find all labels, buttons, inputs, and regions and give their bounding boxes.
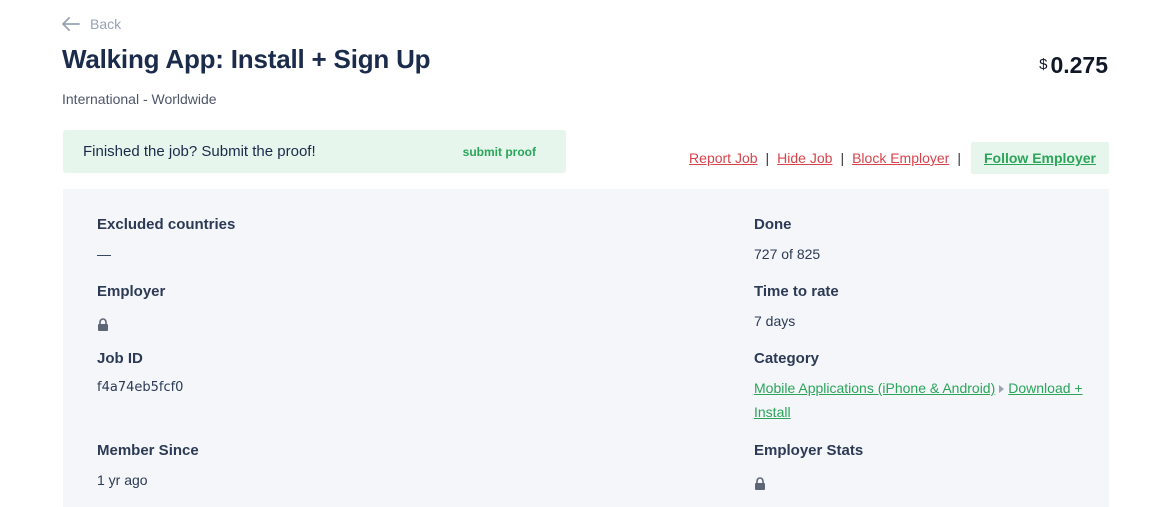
time-to-rate-field: Time to rate 7 days (754, 283, 839, 333)
lock-icon (754, 474, 766, 491)
job-actions-bar: Report Job | Hide Job | Block Employer |… (689, 142, 1109, 174)
time-to-rate-label: Time to rate (754, 283, 839, 300)
proof-prompt-text: Finished the job? Submit the proof! (83, 143, 316, 160)
separator: | (840, 150, 845, 166)
job-id-value: f4a74eb5fcf0 (97, 380, 184, 395)
lock-icon (97, 315, 109, 332)
block-employer-link[interactable]: Block Employer (852, 150, 949, 166)
job-price: $ 0.275 (1039, 52, 1108, 79)
hide-job-link[interactable]: Hide Job (777, 150, 832, 166)
done-field: Done 727 of 825 (754, 216, 820, 266)
submit-proof-button[interactable]: submit proof (463, 145, 536, 159)
member-since-label: Member Since (97, 442, 199, 459)
job-detail-page: Back Walking App: Install + Sign Up Inte… (0, 0, 1158, 507)
employer-stats-value (754, 468, 863, 492)
category-label: Category (754, 350, 820, 367)
back-label: Back (90, 16, 122, 32)
back-link[interactable]: Back (62, 16, 121, 32)
employer-stats-field: Employer Stats (754, 442, 863, 492)
follow-employer-button[interactable]: Follow Employer (970, 142, 1109, 174)
excluded-countries-label: Excluded countries (97, 216, 236, 233)
report-job-link[interactable]: Report Job (689, 150, 757, 166)
job-details-panel: Excluded countries — Employer Job ID f4a… (63, 189, 1109, 507)
separator: | (765, 150, 770, 166)
member-since-field: Member Since 1 yr ago (97, 442, 199, 492)
job-id-field: Job ID f4a74eb5fcf0 (97, 350, 183, 400)
excluded-countries-value: — (97, 246, 111, 262)
category-breadcrumb: Mobile Applications (iPhone & Android) Do… (754, 376, 1084, 424)
submit-proof-banner: Finished the job? Submit the proof! subm… (63, 130, 566, 173)
time-to-rate-value: 7 days (754, 313, 796, 329)
category-field: Category Mobile Applications (iPhone & A… (754, 350, 1084, 424)
done-label: Done (754, 216, 792, 233)
employer-stats-label: Employer Stats (754, 442, 864, 459)
done-value: 727 of 825 (754, 246, 821, 262)
employer-value (97, 309, 165, 333)
category-link-primary[interactable]: Mobile Applications (iPhone & Android) (754, 380, 995, 396)
caret-right-icon (999, 385, 1005, 394)
price-currency: $ (1039, 56, 1048, 73)
job-id-label: Job ID (97, 350, 143, 367)
excluded-countries-field: Excluded countries — (97, 216, 235, 266)
arrow-left-icon (62, 17, 80, 31)
job-region: International - Worldwide (62, 91, 217, 107)
price-amount: 0.275 (1050, 52, 1108, 78)
page-title: Walking App: Install + Sign Up (62, 44, 431, 74)
separator: | (957, 150, 961, 166)
employer-field: Employer (97, 283, 165, 333)
member-since-value: 1 yr ago (97, 472, 148, 488)
employer-label: Employer (97, 283, 166, 300)
